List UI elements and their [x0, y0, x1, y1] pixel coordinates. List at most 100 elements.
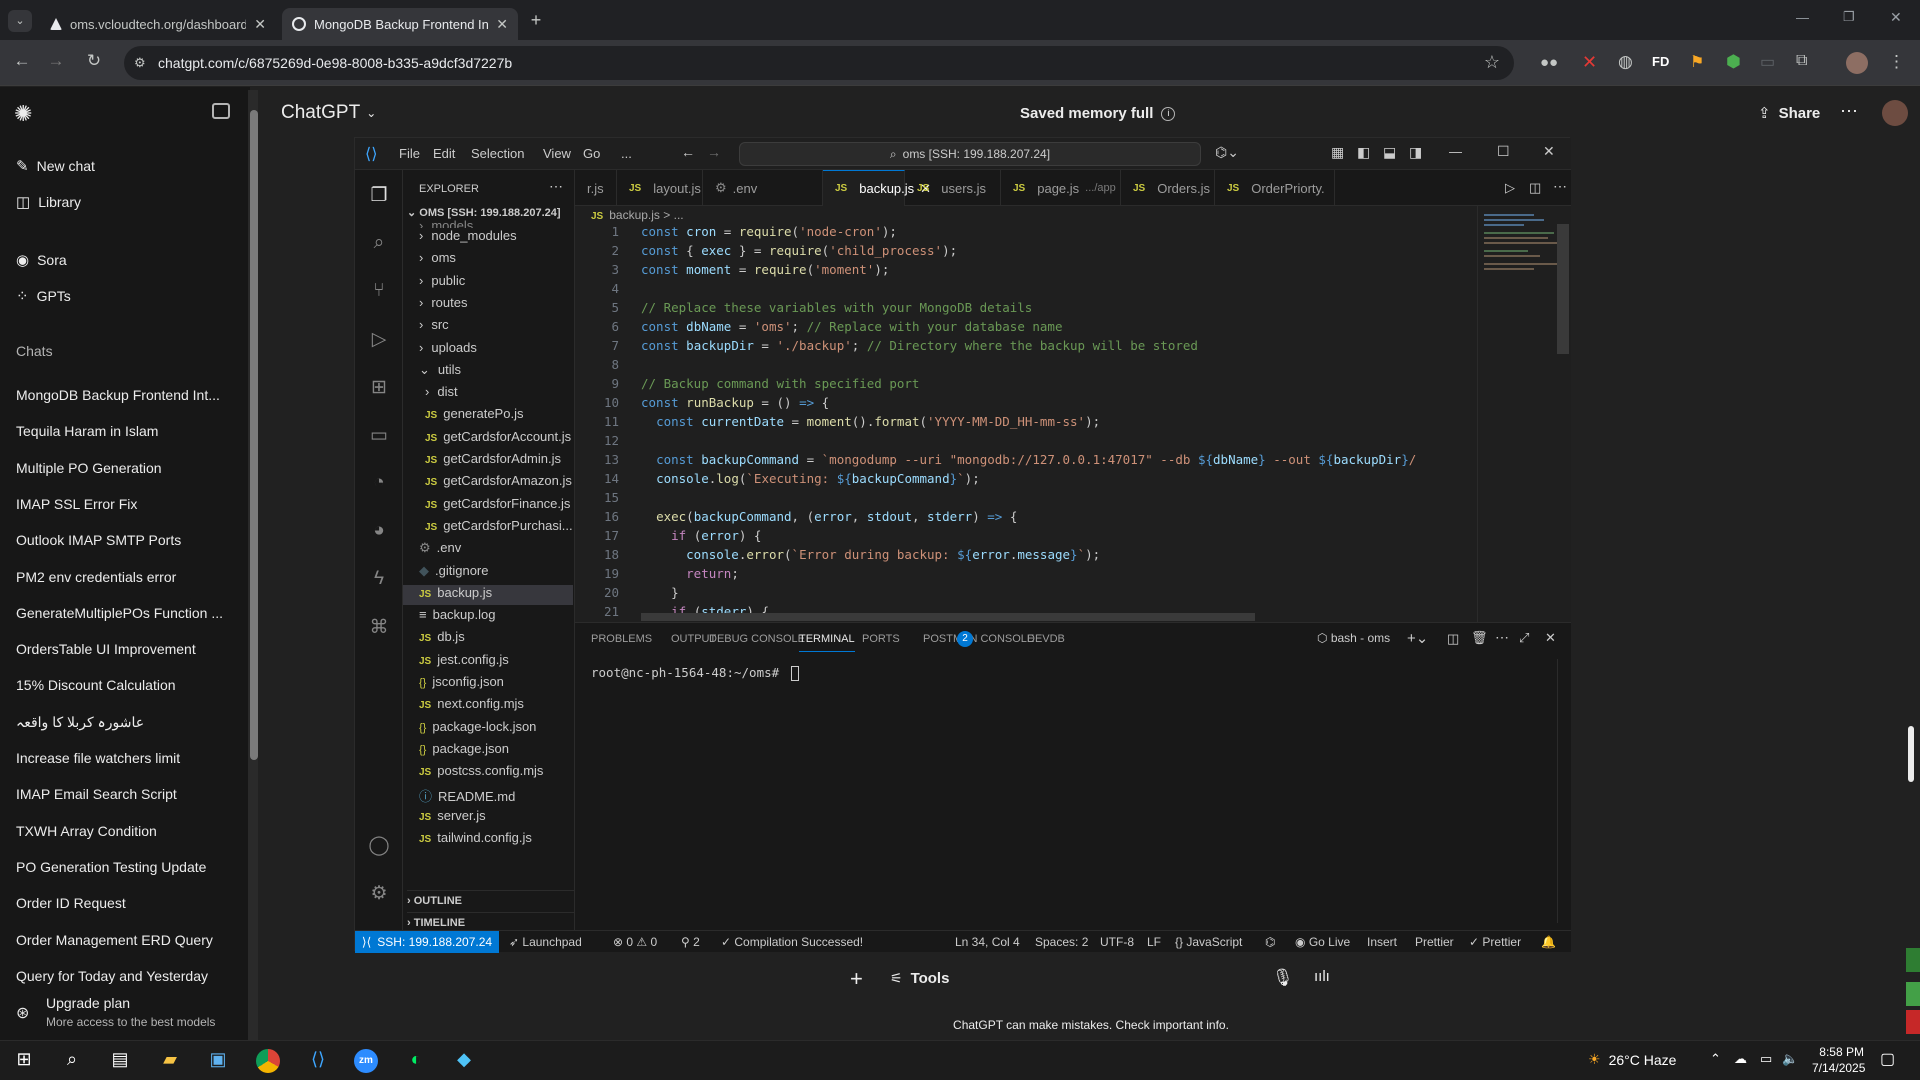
editor-more-icon[interactable]: ⋯ — [1553, 178, 1567, 195]
site-info-icon[interactable]: ⚙ — [134, 55, 146, 71]
breadcrumb[interactable]: JS backup.js > ... — [591, 208, 684, 222]
launchpad-button[interactable]: ➶ Launchpad — [509, 935, 582, 949]
panel-more-icon[interactable]: ⋯ — [1495, 629, 1509, 646]
user-avatar[interactable] — [1882, 100, 1908, 126]
insert-mode[interactable]: Insert — [1367, 935, 1397, 949]
forward-arrow-icon[interactable]: → — [44, 51, 68, 71]
bell-icon[interactable]: 🔔 — [1541, 935, 1556, 949]
go-live-button[interactable]: ◉ Go Live — [1295, 935, 1350, 949]
chat-history-item[interactable]: PM2 env credentials error — [16, 569, 226, 585]
browser-tab-chatgpt[interactable]: MongoDB Backup Frontend Int ✕ — [282, 8, 518, 40]
code-editor[interactable]: JS backup.js > ... 1 2 3 4 5 6 7 8 9 10 11 12 13 14 15 1… — [575, 206, 1571, 622]
file-explorer-icon[interactable]: ▰ — [158, 1049, 182, 1073]
edge-red-tab[interactable] — [1906, 1010, 1920, 1034]
file-tree-item[interactable]: › oms — [403, 250, 573, 270]
scrollbar-thumb[interactable] — [250, 110, 258, 760]
file-tree-item[interactable]: ⚙ .env — [403, 540, 573, 560]
notification-icon[interactable]: ▢ — [1880, 1049, 1895, 1069]
gpts-button[interactable]: ⁘ GPTs — [16, 287, 71, 305]
microphone-icon[interactable]: 🎙 — [1272, 968, 1294, 988]
file-tree-item[interactable]: › src — [403, 317, 573, 337]
add-attachment-icon[interactable]: + — [850, 966, 863, 992]
chrome-menu-icon[interactable]: ⋮ — [1888, 52, 1905, 72]
chrome-icon[interactable] — [256, 1049, 280, 1073]
toggle-primary-sidebar-icon[interactable]: ◧ — [1357, 144, 1370, 161]
file-tree-item[interactable]: › routes — [403, 295, 573, 315]
encoding[interactable]: UTF-8 — [1100, 935, 1134, 949]
chat-history-item[interactable]: IMAP SSL Error Fix — [16, 496, 226, 512]
tab-r-js[interactable]: JSr.js — [575, 170, 617, 206]
extensions-icon[interactable]: ⊞ — [367, 376, 391, 400]
page-scrollbar-thumb[interactable] — [1908, 726, 1914, 782]
toggle-secondary-sidebar-icon[interactable]: ◨ — [1409, 144, 1422, 161]
chat-history-item[interactable]: Multiple PO Generation — [16, 460, 226, 476]
globe-extension-icon[interactable]: ◍ — [1618, 52, 1633, 72]
chat-history-item[interactable]: OrdersTable UI Improvement — [16, 641, 226, 657]
file-tree-item[interactable]: › dist — [403, 384, 573, 404]
forward-arrow-icon[interactable]: → — [707, 144, 721, 160]
weather-widget[interactable]: ☀ 26°C Haze — [1588, 1051, 1676, 1068]
library-button[interactable]: ◫ Library — [16, 193, 81, 211]
onedrive-icon[interactable]: ☁ — [1734, 1051, 1747, 1067]
back-arrow-icon[interactable]: ← — [10, 51, 34, 71]
timeline-section[interactable]: › TIMELINE — [407, 912, 575, 929]
menu-item-go[interactable]: Go — [583, 146, 600, 161]
fd-extension-icon[interactable]: FD — [1652, 54, 1669, 69]
indentation[interactable]: Spaces: 2 — [1035, 935, 1088, 949]
minimap[interactable] — [1477, 206, 1563, 622]
postman-icon[interactable]: ◕ — [367, 520, 391, 544]
menu-more[interactable]: ... — [621, 146, 632, 161]
tab-search-button[interactable]: ⌄ — [8, 10, 32, 32]
problems-status[interactable]: ⊗ 0 ⚠ 0 — [613, 935, 657, 949]
close-panel-icon[interactable]: ✕ — [1545, 630, 1556, 646]
new-chat-button[interactable]: ✎ New chat — [16, 157, 95, 175]
chat-history-item[interactable]: Increase file watchers limit — [16, 750, 226, 766]
file-tree-item[interactable]: JS getCardsforAmazon.js — [403, 473, 573, 493]
source-control-icon[interactable]: ⑂ — [367, 280, 391, 304]
panel-tab-ports[interactable]: PORTS — [862, 633, 900, 645]
minimize-icon[interactable]: — — [1449, 144, 1462, 159]
address-bar[interactable]: ⚙ chatgpt.com/c/6875269d-0e98-8008-b335-… — [124, 46, 1514, 80]
end-of-line[interactable]: LF — [1147, 935, 1161, 949]
file-tree-item[interactable]: {} jsconfig.json — [403, 674, 573, 694]
vscode-taskbar-icon[interactable]: ⟨⟩ — [306, 1049, 330, 1073]
zoom-icon[interactable]: zm — [354, 1049, 378, 1073]
file-tree-item[interactable]: › uploads — [403, 340, 573, 360]
green-extension-icon[interactable]: ⬢ — [1726, 52, 1741, 72]
file-tree-item[interactable]: ◆ .gitignore — [403, 563, 573, 583]
back-arrow-icon[interactable]: ← — [681, 144, 695, 160]
explorer-icon[interactable]: ❐ — [367, 184, 391, 208]
file-tree-item[interactable]: › public — [403, 273, 573, 293]
reload-icon[interactable]: ↻ — [82, 51, 106, 71]
tools-button[interactable]: ⚟ Tools — [890, 970, 949, 987]
panel-tab-debug-console[interactable]: DEBUG CONSOLE — [709, 633, 805, 645]
tab-users-js[interactable]: JS users.js — [905, 170, 1001, 206]
menu-item-selection[interactable]: Selection — [471, 146, 524, 161]
minimize-window-button[interactable]: — — [1796, 10, 1809, 25]
close-icon[interactable]: ✕ — [1543, 143, 1555, 160]
menu-item-view[interactable]: View — [543, 146, 571, 161]
maximize-panel-icon[interactable]: ⤢ — [1519, 630, 1529, 646]
chat-history-item[interactable]: 15% Discount Calculation — [16, 677, 226, 693]
clock[interactable]: 8:58 PM 7/14/2025 — [1812, 1045, 1865, 1075]
bookmark-star-icon[interactable]: ☆ — [1484, 52, 1500, 73]
close-icon[interactable]: ✕ — [496, 16, 508, 33]
file-tree-item[interactable]: JS getCardsforPurchasi... — [403, 518, 573, 538]
editor-horizontal-scrollbar[interactable] — [641, 613, 1255, 621]
browser-tab-dashboard[interactable]: oms.vcloudtech.org/dashboard ✕ — [40, 8, 276, 40]
file-tree-item[interactable]: {} package-lock.json — [403, 719, 573, 739]
command-center-search[interactable]: ⌕ oms [SSH: 199.188.207.24] — [739, 142, 1201, 166]
search-icon[interactable]: ⌕ — [367, 232, 391, 256]
file-tree-item[interactable]: JS db.js — [403, 629, 573, 649]
cursor-position[interactable]: Ln 34, Col 4 — [955, 935, 1020, 949]
restore-window-button[interactable]: ❐ — [1843, 9, 1855, 25]
puzzle-extension-icon[interactable]: ⧉ — [1796, 52, 1807, 70]
maximize-icon[interactable]: ☐ — [1497, 143, 1510, 160]
people-extension-icon[interactable]: ⚑ — [1690, 52, 1704, 72]
tab-layout-js[interactable]: JS layout.js — [617, 170, 703, 206]
chevron-up-icon[interactable]: ⌃ — [1710, 1051, 1721, 1067]
file-tree-item[interactable]: ⓘ README.md — [403, 786, 573, 806]
close-icon[interactable]: ✕ — [254, 16, 266, 33]
chat-history-item[interactable]: Order ID Request — [16, 895, 226, 911]
sora-button[interactable]: ◉ Sora — [16, 251, 67, 269]
